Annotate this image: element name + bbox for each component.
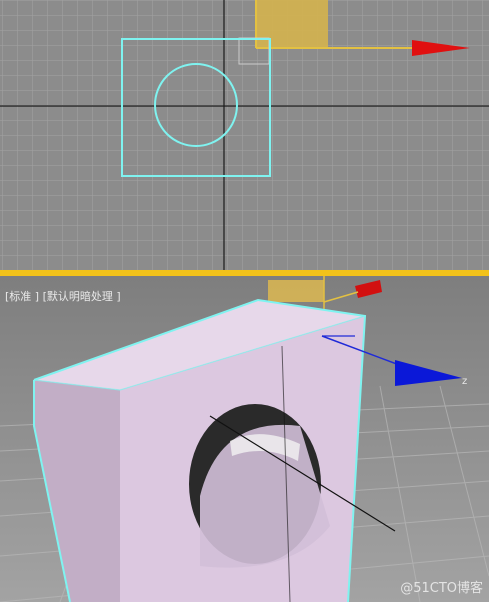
gizmo-plane-handle[interactable]: [256, 0, 328, 48]
viewport-shading-menu[interactable]: [默认明暗处理 ]: [43, 290, 121, 303]
top-viewport[interactable]: [0, 0, 489, 270]
top-grid: [0, 0, 489, 270]
perspective-viewport[interactable]: z [标准 ] [默认明暗处理 ] @51CTO博客: [0, 276, 489, 602]
gizmo-x-arrow-3d[interactable]: [355, 280, 382, 298]
viewport-mode-menu[interactable]: [标准 ]: [5, 290, 39, 303]
gizmo-z-arrow-3d[interactable]: [395, 360, 462, 386]
top-viewport-canvas[interactable]: [0, 0, 489, 270]
watermark: @51CTO博客: [400, 581, 483, 596]
viewport-label: [标准 ] [默认明暗处理 ]: [5, 288, 121, 304]
gizmo-z-axis-label: z: [462, 376, 467, 387]
perspective-canvas[interactable]: z: [0, 276, 489, 602]
gizmo-x-line-3d: [323, 291, 359, 303]
gizmo-plane-handle-3d[interactable]: [268, 280, 324, 302]
